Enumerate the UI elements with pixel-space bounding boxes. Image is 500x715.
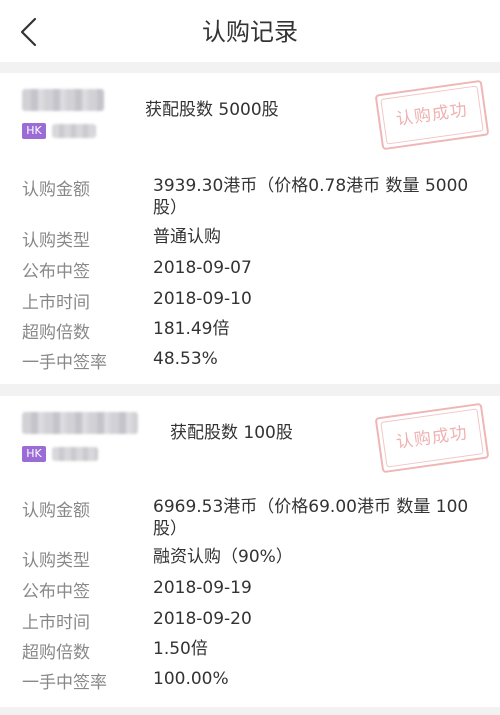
stock-name-blurred: [22, 412, 138, 434]
subscription-record-card[interactable]: HK 获配股数 5000股 认购成功 认购金额 3939.30港币（价格0.78…: [0, 73, 500, 384]
field-value: 100.00%: [153, 669, 229, 689]
stamp-text: 认购成功: [394, 100, 470, 130]
field-label: 认购金额: [22, 501, 90, 521]
field-value: 1.50倍: [153, 639, 208, 659]
field-value: 2018-09-07: [153, 258, 252, 278]
allotted-shares: 获配股数 5000股: [145, 100, 279, 120]
field-value: 2018-09-20: [153, 609, 252, 629]
field-label: 超购倍数: [22, 323, 90, 343]
field-label: 一手中签率: [22, 673, 107, 693]
field-label: 一手中签率: [22, 353, 107, 373]
field-value: 2018-09-10: [153, 289, 252, 309]
top-bar: 认购记录: [0, 0, 500, 62]
stock-code-blurred: [52, 124, 96, 138]
field-value: 3939.30港币（价格0.78港币 数量 5000股）: [153, 176, 469, 218]
back-button[interactable]: [14, 14, 48, 50]
success-stamp: 认购成功: [374, 79, 490, 151]
field-value: 普通认购: [153, 227, 221, 247]
field-value: 181.49倍: [153, 319, 230, 339]
field-label: 公布中签: [22, 582, 90, 602]
page-title: 认购记录: [202, 18, 298, 46]
stock-name-blurred: [22, 89, 104, 111]
field-label: 公布中签: [22, 262, 90, 282]
field-value: 2018-09-19: [153, 578, 252, 598]
market-tag: HK: [22, 446, 46, 462]
subscription-record-card[interactable]: HK 获配股数 100股 认购成功 认购金额 6969.53港币（价格69.00…: [0, 396, 500, 707]
field-label: 认购类型: [22, 551, 90, 571]
allotted-shares: 获配股数 100股: [170, 423, 293, 443]
field-label: 上市时间: [22, 293, 90, 313]
field-value: 48.53%: [153, 349, 218, 369]
field-label: 上市时间: [22, 613, 90, 633]
success-stamp: 认购成功: [374, 402, 490, 474]
stock-code-blurred: [52, 447, 98, 461]
chevron-left-icon: [20, 17, 37, 47]
field-value: 6969.53港币（价格69.00港币 数量 100股）: [153, 497, 469, 539]
market-tag: HK: [22, 123, 46, 139]
stamp-text: 认购成功: [394, 423, 470, 453]
field-label: 超购倍数: [22, 643, 90, 663]
field-label: 认购金额: [22, 180, 90, 200]
field-value: 融资认购（90%）: [153, 547, 293, 567]
field-label: 认购类型: [22, 231, 90, 251]
